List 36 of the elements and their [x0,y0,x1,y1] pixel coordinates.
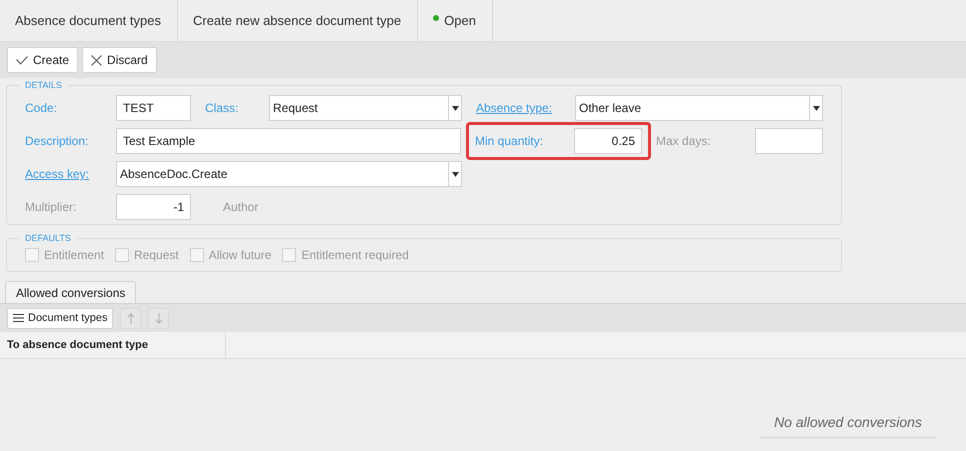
menu-icon [13,314,24,322]
close-icon [91,54,102,66]
checkbox-label: Entitlement required [301,247,409,264]
toolbar-button[interactable]: Discard [82,47,157,73]
toolbar-button[interactable]: Create [7,47,78,73]
input-field[interactable]: TEST [116,95,191,121]
check-icon [16,56,28,64]
dropdown-field[interactable]: Request [269,95,462,121]
checkbox-label: Allow future [208,247,272,264]
empty-message: No allowed conversions [760,408,936,438]
section-legend: DETAILS [19,80,68,90]
dropdown-arrow-icon [452,172,458,176]
input-field[interactable]: 0.25 [574,128,642,154]
section-legend: DEFAULTS [19,233,77,243]
arrow-down-icon [154,312,163,324]
field-label: Author [223,199,258,216]
breadcrumb-item[interactable]: Create new absence document type [178,0,418,41]
field-label: Min quantity: [475,133,544,150]
breadcrumb-item[interactable]: Absence document types [0,0,178,41]
field-label: Code: [25,100,58,117]
field-label: Max days: [656,133,711,150]
dropdown-field[interactable]: AbsenceDoc.Create [116,161,462,187]
field-label: Multiplier: [25,199,76,216]
checkbox-label: Request [134,247,179,264]
input-field[interactable]: Test Example [116,128,461,154]
dropdown-field[interactable]: Other leave [575,95,823,121]
field-label: Class: [205,100,238,117]
field-label: Description: [25,133,88,150]
arrow-up-icon [126,312,135,324]
breadcrumb-item[interactable]: Open [418,0,493,41]
dropdown-arrow-icon [812,106,820,110]
tab[interactable]: Allowed conversions [5,281,136,303]
checkbox-label: Entitlement [44,247,104,264]
dropdown-arrow-icon [452,106,458,110]
input-field[interactable] [755,128,823,154]
document-types-button[interactable]: Document types [7,308,114,328]
